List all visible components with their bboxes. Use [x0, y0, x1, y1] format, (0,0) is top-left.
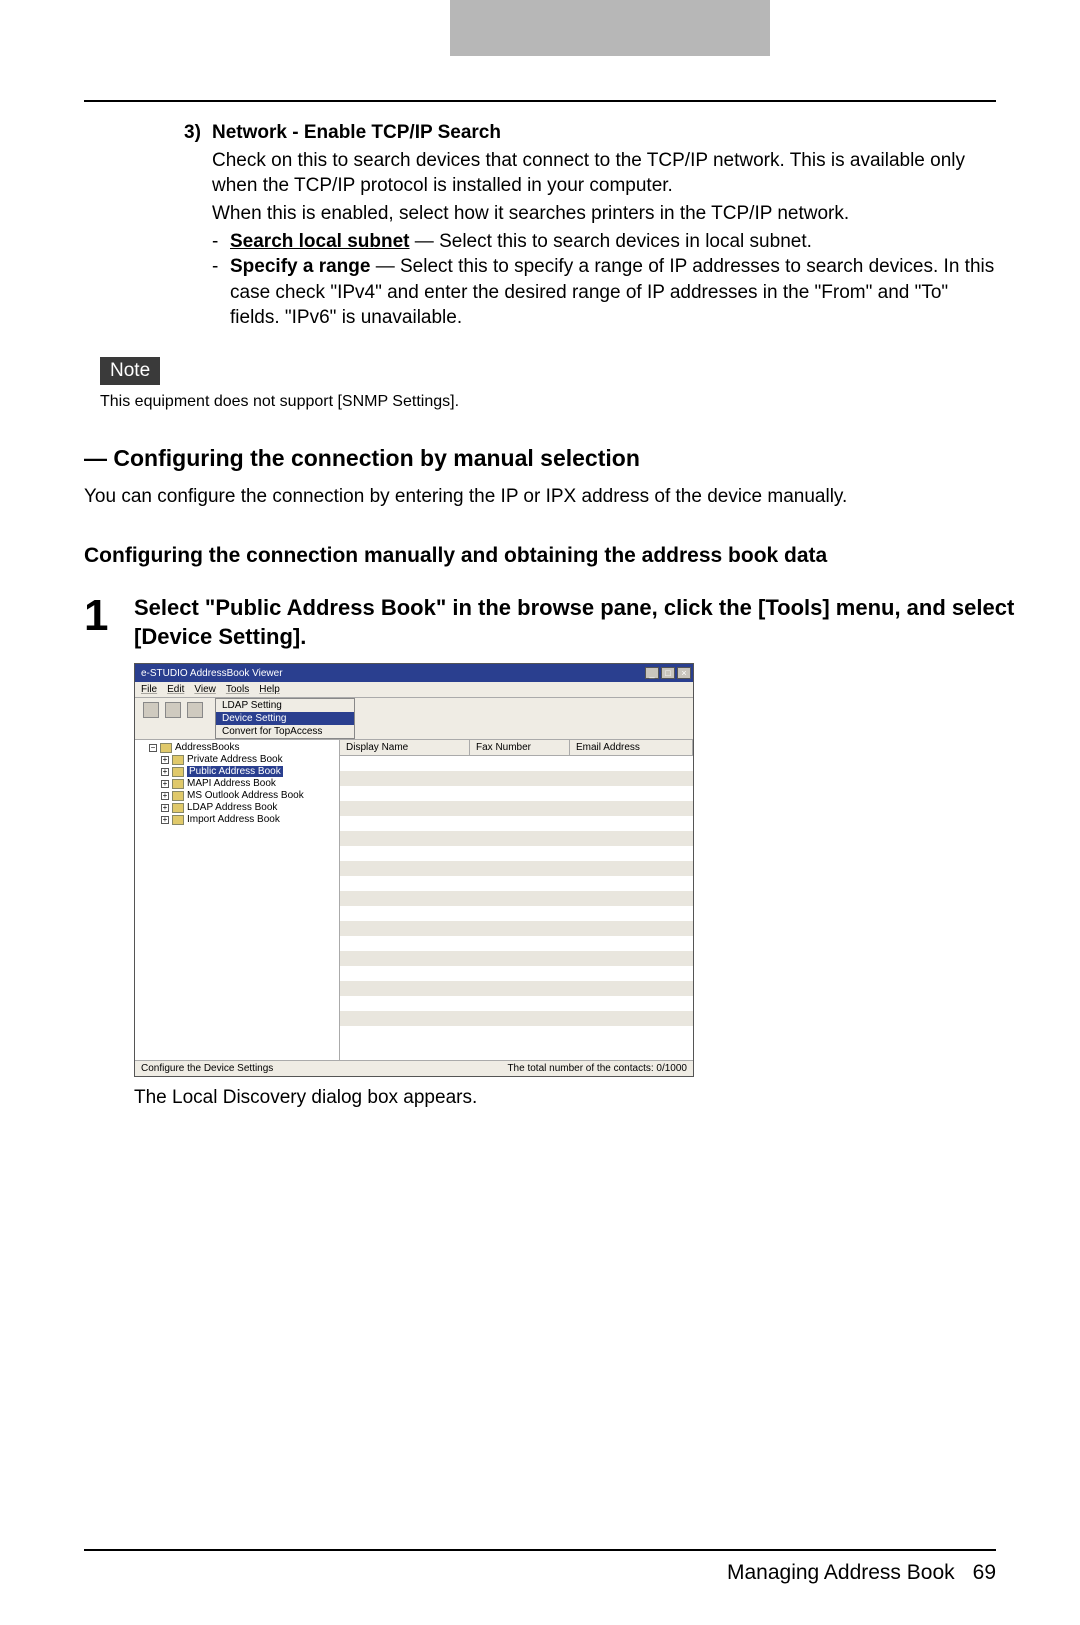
- tree-item-label: Private Address Book: [187, 754, 283, 765]
- dropdown-device-setting[interactable]: Device Setting: [216, 712, 354, 725]
- toolbar: LDAP Setting Device Setting Convert for …: [135, 698, 693, 740]
- section-3-title: Network - Enable TCP/IP Search: [212, 122, 501, 143]
- folder-icon: [172, 779, 184, 789]
- section-3-bullets: - Search local subnet — Select this to s…: [212, 229, 996, 332]
- step-1-caption: The Local Discovery dialog box appears.: [134, 1087, 1080, 1109]
- folder-icon: [160, 743, 172, 753]
- menubar: File Edit View Tools Help: [135, 682, 693, 698]
- list-rows: [340, 756, 693, 1060]
- expand-icon[interactable]: +: [161, 804, 169, 812]
- tree-item[interactable]: + MAPI Address Book: [161, 778, 335, 790]
- menu-edit[interactable]: Edit: [167, 684, 184, 695]
- page-footer: Managing Address Book 69: [0, 1561, 996, 1585]
- expand-icon[interactable]: +: [161, 768, 169, 776]
- tree-item[interactable]: + Public Address Book: [161, 766, 335, 778]
- tools-dropdown: LDAP Setting Device Setting Convert for …: [215, 698, 355, 739]
- tree-item-label: MS Outlook Address Book: [187, 790, 304, 801]
- folder-icon: [172, 815, 184, 825]
- col-fax-number[interactable]: Fax Number: [470, 740, 570, 755]
- tree-item[interactable]: + Import Address Book: [161, 814, 335, 826]
- step-1-number: 1: [84, 594, 134, 638]
- menu-tools[interactable]: Tools: [226, 684, 249, 695]
- list-pane: Display Name Fax Number Email Address: [340, 740, 693, 1060]
- list-header: Display Name Fax Number Email Address: [340, 740, 693, 756]
- header-gray-block: [450, 0, 770, 56]
- tree-root-label: AddressBooks: [175, 742, 239, 753]
- step-1: 1 Select "Public Address Book" in the br…: [84, 594, 1080, 651]
- expand-icon[interactable]: +: [161, 792, 169, 800]
- tree-pane: − AddressBooks + Private Address Book + Pub…: [135, 740, 340, 1060]
- menu-help[interactable]: Help: [259, 684, 280, 695]
- bullet-1: - Search local subnet — Select this to s…: [212, 229, 996, 255]
- bullet-2: - Specify a range — Select this to speci…: [212, 254, 996, 331]
- bullet-1-term: Search local subnet: [230, 231, 410, 252]
- dropdown-convert-topaccess[interactable]: Convert for TopAccess: [216, 725, 354, 738]
- screenshot-container: e-STUDIO AddressBook Viewer _ □ × File E…: [134, 663, 1080, 1077]
- intro-text: You can configure the connection by ente…: [84, 486, 1080, 508]
- heading-manual-selection: — Configuring the connection by manual s…: [84, 445, 1080, 472]
- tree-item-label: LDAP Address Book: [187, 802, 277, 813]
- dropdown-ldap-setting[interactable]: LDAP Setting: [216, 699, 354, 712]
- status-left: Configure the Device Settings: [141, 1063, 273, 1074]
- section-3-body-2: When this is enabled, select how it sear…: [212, 201, 996, 227]
- section-3-number: 3): [184, 120, 212, 146]
- toolbar-icon-1[interactable]: [143, 702, 159, 718]
- maximize-button[interactable]: □: [661, 667, 675, 679]
- window-titlebar: e-STUDIO AddressBook Viewer _ □ ×: [135, 664, 693, 682]
- top-rule: [84, 100, 996, 102]
- folder-icon: [172, 755, 184, 765]
- close-button[interactable]: ×: [677, 667, 691, 679]
- col-display-name[interactable]: Display Name: [340, 740, 470, 755]
- bullet-1-rest: — Select this to search devices in local…: [410, 231, 812, 252]
- tree-root[interactable]: − AddressBooks: [149, 742, 335, 754]
- expand-icon[interactable]: +: [161, 756, 169, 764]
- expand-icon[interactable]: +: [161, 816, 169, 824]
- bullet-dash: -: [212, 229, 230, 255]
- folder-icon: [172, 803, 184, 813]
- footer-page: 69: [973, 1561, 996, 1585]
- tree-item-label: Import Address Book: [187, 814, 280, 825]
- collapse-icon[interactable]: −: [149, 744, 157, 752]
- status-bar: Configure the Device Settings The total …: [135, 1060, 693, 1076]
- step-1-text: Select "Public Address Book" in the brow…: [134, 594, 1080, 651]
- window-title: e-STUDIO AddressBook Viewer: [141, 668, 283, 679]
- col-email-address[interactable]: Email Address: [570, 740, 693, 755]
- tree-item[interactable]: + LDAP Address Book: [161, 802, 335, 814]
- bottom-rule: [84, 1549, 996, 1551]
- minimize-button[interactable]: _: [645, 667, 659, 679]
- status-right: The total number of the contacts: 0/1000: [507, 1063, 687, 1074]
- section-3-body-1: Check on this to search devices that con…: [212, 148, 996, 199]
- tree-item[interactable]: + MS Outlook Address Book: [161, 790, 335, 802]
- folder-icon: [172, 791, 184, 801]
- note-text: This equipment does not support [SNMP Se…: [100, 393, 1080, 411]
- toolbar-icon-2[interactable]: [165, 702, 181, 718]
- tree-item-label: Public Address Book: [187, 766, 283, 777]
- expand-icon[interactable]: +: [161, 780, 169, 788]
- section-3-heading: 3)Network - Enable TCP/IP Search: [184, 120, 996, 146]
- addressbook-viewer-window: e-STUDIO AddressBook Viewer _ □ × File E…: [134, 663, 694, 1077]
- footer-title: Managing Address Book: [727, 1561, 955, 1585]
- menu-view[interactable]: View: [194, 684, 216, 695]
- folder-icon: [172, 767, 184, 777]
- bullet-dash: -: [212, 254, 230, 331]
- toolbar-icon-3[interactable]: [187, 702, 203, 718]
- tree-item-label: MAPI Address Book: [187, 778, 276, 789]
- menu-file[interactable]: File: [141, 684, 157, 695]
- note-label: Note: [100, 357, 160, 385]
- tree-item[interactable]: + Private Address Book: [161, 754, 335, 766]
- subheading-manual-obtain: Configuring the connection manually and …: [84, 544, 1080, 568]
- bullet-2-term: Specify a range: [230, 256, 370, 277]
